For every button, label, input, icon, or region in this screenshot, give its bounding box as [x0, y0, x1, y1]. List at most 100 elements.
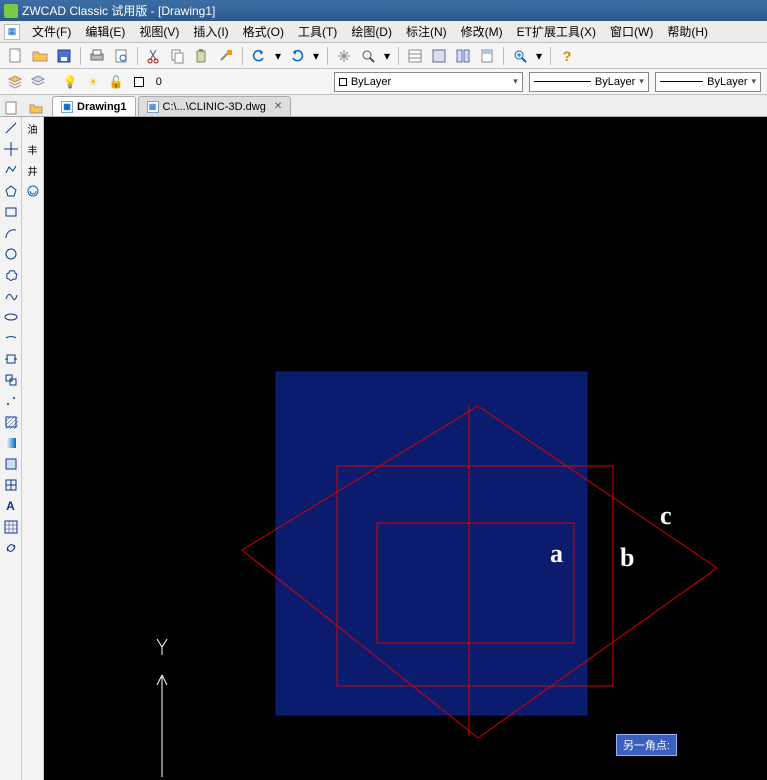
- undo-dropdown[interactable]: ▾: [273, 46, 283, 66]
- aux-toolbar: 油 丰 井: [22, 117, 44, 780]
- char-tool-3[interactable]: 井: [24, 161, 42, 179]
- app-menu-icon[interactable]: ▦: [4, 24, 20, 40]
- menu-insert[interactable]: 插入(I): [187, 21, 234, 42]
- pan-button[interactable]: [334, 46, 354, 66]
- workspace: A 油 丰 井 a b: [0, 117, 767, 780]
- dwg-icon: ▦: [61, 101, 73, 113]
- tab-clinic3d[interactable]: ▦ C:\...\CLINIC-3D.dwg ✕: [138, 96, 292, 116]
- zoom-window-button[interactable]: [510, 46, 530, 66]
- tab-label-0: Drawing1: [77, 101, 127, 113]
- char-tool-1[interactable]: 油: [24, 119, 42, 137]
- zoom-window-dropdown[interactable]: ▾: [534, 46, 544, 66]
- ellipse-arc-tool[interactable]: [2, 329, 20, 347]
- table-tool[interactable]: [2, 476, 20, 494]
- construction-line-tool[interactable]: [2, 140, 20, 158]
- spline-tool[interactable]: [2, 287, 20, 305]
- polyline-tool[interactable]: [2, 161, 20, 179]
- char-tool-2[interactable]: 丰: [24, 140, 42, 158]
- undo-button[interactable]: [249, 46, 269, 66]
- rectangle-tool[interactable]: [2, 203, 20, 221]
- link-tool[interactable]: [2, 539, 20, 557]
- menu-view[interactable]: 视图(V): [133, 21, 185, 42]
- open-tab-button[interactable]: [28, 100, 44, 116]
- redo-button[interactable]: [287, 46, 307, 66]
- color-swatch: [339, 78, 347, 86]
- command-prompt-tooltip: 另一角点:: [616, 734, 677, 756]
- grid-tool[interactable]: [2, 518, 20, 536]
- new-tab-button[interactable]: [4, 100, 20, 116]
- tab-drawing1[interactable]: ▦ Drawing1: [52, 96, 136, 116]
- menu-tool[interactable]: 工具(T): [292, 21, 343, 42]
- annotation-a: a: [550, 539, 563, 569]
- paste-button[interactable]: [192, 46, 212, 66]
- layer-freeze-icon[interactable]: ☀: [85, 72, 102, 92]
- tab-close-icon[interactable]: ✕: [274, 101, 282, 112]
- char-tool-4[interactable]: [24, 182, 42, 200]
- lineweight-selector[interactable]: ByLayer: [655, 72, 761, 92]
- linetype-selector[interactable]: ByLayer: [529, 72, 649, 92]
- text-tool[interactable]: A: [2, 497, 20, 515]
- menu-draw[interactable]: 绘图(D): [345, 21, 398, 42]
- menu-format[interactable]: 格式(O): [237, 21, 290, 42]
- tool-palettes-button[interactable]: [453, 46, 473, 66]
- print-button[interactable]: [87, 46, 107, 66]
- title-bar: ZWCAD Classic 试用版 - [Drawing1]: [0, 0, 767, 21]
- dwg-icon: ▦: [147, 101, 159, 113]
- new-button[interactable]: [6, 46, 26, 66]
- ucs-icon: [157, 639, 167, 777]
- zoom-realtime-button[interactable]: [358, 46, 378, 66]
- menu-dimension[interactable]: 标注(N): [400, 21, 453, 42]
- menu-edit[interactable]: 编辑(E): [79, 21, 131, 42]
- selection-rect: [276, 372, 587, 715]
- menu-help[interactable]: 帮助(H): [661, 21, 714, 42]
- menu-modify[interactable]: 修改(M): [455, 21, 509, 42]
- redo-dropdown[interactable]: ▾: [311, 46, 321, 66]
- document-tabs: ▦ Drawing1 ▦ C:\...\CLINIC-3D.dwg ✕: [0, 95, 767, 117]
- layer-name-display: 0: [156, 76, 162, 88]
- menu-et[interactable]: ET扩展工具(X): [511, 21, 602, 42]
- menu-file[interactable]: 文件(F): [26, 21, 77, 42]
- zoom-dropdown[interactable]: ▾: [382, 46, 392, 66]
- layer-lock-icon[interactable]: 🔓: [108, 72, 125, 92]
- linetype-label: ByLayer: [595, 76, 635, 88]
- arc-tool[interactable]: [2, 224, 20, 242]
- layer-color-icon[interactable]: [131, 72, 148, 92]
- layer-manager-button[interactable]: [6, 72, 23, 92]
- match-properties-button[interactable]: [216, 46, 236, 66]
- app-title: ZWCAD Classic 试用版 - [Drawing1]: [22, 2, 215, 19]
- point-tool[interactable]: [2, 392, 20, 410]
- annotation-b: b: [620, 543, 634, 573]
- revision-cloud-tool[interactable]: [2, 266, 20, 284]
- properties-button[interactable]: [405, 46, 425, 66]
- color-selector[interactable]: ByLayer: [334, 72, 523, 92]
- layer-on-icon[interactable]: 💡: [62, 72, 79, 92]
- make-block-tool[interactable]: [2, 371, 20, 389]
- cut-button[interactable]: [144, 46, 164, 66]
- calculator-button[interactable]: [477, 46, 497, 66]
- lineweight-label: ByLayer: [707, 76, 747, 88]
- menu-window[interactable]: 窗口(W): [604, 21, 659, 42]
- linetype-preview: [534, 81, 591, 82]
- design-center-button[interactable]: [429, 46, 449, 66]
- drawing-canvas[interactable]: a b c 另一角点:: [44, 117, 767, 780]
- layer-properties-bar: 💡 ☀ 🔓 0 ByLayer ByLayer ByLayer: [0, 69, 767, 95]
- help-button[interactable]: ?: [557, 46, 577, 66]
- menu-bar: ▦ 文件(F) 编辑(E) 视图(V) 插入(I) 格式(O) 工具(T) 绘图…: [0, 21, 767, 43]
- save-button[interactable]: [54, 46, 74, 66]
- hatch-tool[interactable]: [2, 413, 20, 431]
- open-button[interactable]: [30, 46, 50, 66]
- polygon-tool[interactable]: [2, 182, 20, 200]
- annotation-c: c: [660, 501, 672, 531]
- insert-block-tool[interactable]: [2, 350, 20, 368]
- prompt-text: 另一角点:: [623, 740, 670, 752]
- circle-tool[interactable]: [2, 245, 20, 263]
- copy-button[interactable]: [168, 46, 188, 66]
- lineweight-preview: [660, 81, 703, 82]
- ellipse-tool[interactable]: [2, 308, 20, 326]
- gradient-tool[interactable]: [2, 434, 20, 452]
- layer-states-button[interactable]: [29, 72, 46, 92]
- color-label: ByLayer: [351, 76, 391, 88]
- print-preview-button[interactable]: [111, 46, 131, 66]
- region-tool[interactable]: [2, 455, 20, 473]
- line-tool[interactable]: [2, 119, 20, 137]
